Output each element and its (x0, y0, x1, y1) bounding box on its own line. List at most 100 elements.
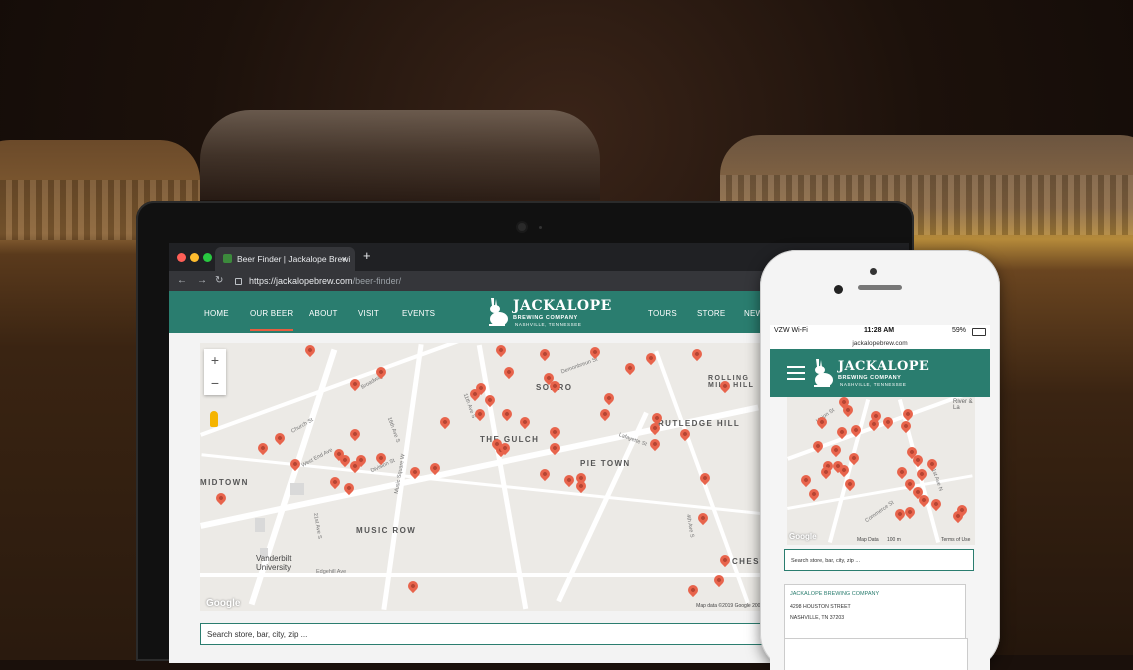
phone-status-bar: VZW Wi-Fi 11:28 AM 59% (770, 325, 990, 338)
map-label-rutledge-hill: RUTLEDGE HILL (658, 419, 741, 428)
street-edgehill: Edgehill Ave (316, 569, 347, 575)
nav-store[interactable]: STORE (697, 309, 725, 318)
laptop-camera (518, 223, 526, 231)
store-pin[interactable] (647, 436, 663, 452)
store-pin[interactable] (327, 474, 343, 490)
nav-visit[interactable]: VISIT (358, 309, 379, 318)
store-pin[interactable] (547, 424, 563, 440)
store-pin[interactable] (806, 486, 822, 502)
minimize-window-dot[interactable] (190, 253, 199, 262)
phone-site-header: JACKALOPE BREWING COMPANY NASHVILLE, TEN… (770, 349, 990, 397)
phone-logo-tagline: BREWING COMPANY (838, 375, 902, 381)
map-label-pie-town: PIE TOWN (580, 459, 631, 468)
maximize-window-dot[interactable] (203, 253, 212, 262)
map-attribution: Map data ©2019 Google 200 m (696, 603, 766, 609)
reload-icon[interactable]: ↻ (215, 275, 223, 286)
phone-jackalope-logo[interactable]: JACKALOPE BREWING COMPANY NASHVILLE, TEN… (810, 356, 930, 390)
phone-map[interactable]: River & La Union St Commerce St 1st Ave … (787, 397, 975, 545)
result-card-next[interactable] (784, 638, 968, 670)
result-card[interactable]: JACKALOPE BREWING COMPANY 4298 HOUSTON S… (784, 584, 966, 639)
store-pin[interactable] (517, 414, 533, 430)
clock: 11:28 AM (864, 327, 895, 334)
close-window-dot[interactable] (177, 253, 186, 262)
store-pin[interactable] (272, 430, 288, 446)
store-pin[interactable] (924, 456, 940, 472)
map-label-vanderbilt: Vanderbilt University (256, 554, 292, 572)
beer-finder-search-input[interactable]: Search store, bar, city, zip ... (200, 623, 770, 645)
store-pin[interactable] (405, 578, 421, 594)
new-tab-button[interactable]: + (363, 248, 371, 263)
store-pin[interactable] (537, 346, 553, 362)
store-pin[interactable] (493, 343, 509, 358)
result-address: 4298 HOUSTON STREET (790, 604, 851, 610)
store-pin[interactable] (597, 406, 613, 422)
store-pin[interactable] (798, 472, 814, 488)
store-pin[interactable] (537, 466, 553, 482)
phone-frame: VZW Wi-Fi 11:28 AM 59% jackalopebrew.com… (760, 250, 1000, 670)
result-city: NASHVILLE, TN 37203 (790, 615, 845, 621)
beer-finder-map[interactable]: + − SOBRO THE GULCH PIE TOWN RUTLEDGE HI… (200, 343, 770, 611)
hamburger-menu-icon[interactable] (787, 366, 805, 380)
zoom-control: + − (204, 349, 226, 395)
street-16th: 16th Ave S (385, 416, 401, 444)
phone-earpiece (858, 285, 902, 290)
logo-wordmark: JACKALOPE (513, 298, 612, 314)
nav-home[interactable]: HOME (204, 309, 229, 318)
phone-map-label-river: River & La (953, 399, 973, 411)
map-label-music-row: MUSIC ROW (356, 526, 417, 535)
nav-our-beer[interactable]: OUR BEER (250, 309, 294, 331)
store-pin[interactable] (501, 364, 517, 380)
logo-tagline: BREWING COMPANY (513, 315, 578, 321)
store-pin[interactable] (695, 510, 711, 526)
back-arrow-icon[interactable]: ← (177, 275, 187, 286)
street-view-pegman-icon[interactable] (210, 411, 218, 427)
result-name[interactable]: JACKALOPE BREWING COMPANY (790, 591, 960, 597)
jackalope-logo[interactable]: JACKALOPE BREWING COMPANY NASHVILLE, TEN… (485, 295, 611, 329)
phone-street-commerce: Commerce St (864, 499, 896, 525)
phone-address-bar[interactable]: jackalopebrew.com (770, 338, 990, 349)
store-pin[interactable] (894, 464, 910, 480)
street-demonbreun: Demonbreun St (560, 356, 599, 376)
zoom-in-button[interactable]: + (204, 349, 226, 372)
store-pin[interactable] (302, 343, 318, 358)
store-pin[interactable] (437, 414, 453, 430)
jackalope-rabbit-icon (489, 298, 508, 326)
favicon-icon (223, 254, 232, 263)
store-pin[interactable] (561, 472, 577, 488)
url-path: /beer-finder/ (352, 276, 402, 286)
store-pin[interactable] (472, 406, 488, 422)
store-pin[interactable] (689, 346, 705, 362)
nav-tours[interactable]: TOURS (648, 309, 677, 318)
zoom-out-button[interactable]: − (204, 372, 226, 395)
store-pin[interactable] (898, 418, 914, 434)
store-pin[interactable] (213, 490, 229, 506)
phone-map-scale: 100 m (887, 537, 901, 543)
map-label-gulch: THE GULCH (480, 435, 540, 444)
url-host: https://jackalopebrew.com (249, 276, 353, 286)
nav-about[interactable]: ABOUT (309, 309, 338, 318)
phone-screen: VZW Wi-Fi 11:28 AM 59% jackalopebrew.com… (770, 325, 990, 670)
store-pin[interactable] (499, 406, 515, 422)
store-pin[interactable] (587, 344, 603, 360)
store-pin[interactable] (601, 390, 617, 406)
phone-rabbit-icon (814, 359, 833, 387)
carrier-label: VZW Wi-Fi (774, 327, 808, 334)
phone-logo-wordmark: JACKALOPE (838, 359, 930, 374)
tab-close-icon[interactable]: × (342, 247, 347, 271)
street-4th: 4th Ave S (684, 513, 695, 539)
browser-tab[interactable]: Beer Finder | Jackalope Brewi × (215, 247, 355, 271)
phone-terms-link[interactable]: Terms of Use (941, 537, 970, 543)
map-label-rolling-mill-hill: ROLLING MILL HILL (708, 375, 755, 389)
phone-search-input[interactable]: Search store, bar, city, zip ... (784, 549, 974, 571)
phone-camera (834, 285, 843, 294)
google-logo: Google (206, 598, 241, 609)
store-pin[interactable] (255, 440, 271, 456)
store-pin[interactable] (347, 426, 363, 442)
nav-events[interactable]: EVENTS (402, 309, 435, 318)
store-pin[interactable] (622, 360, 638, 376)
forward-arrow-icon[interactable]: → (197, 275, 207, 286)
street-21st: 21st Ave S (311, 512, 323, 540)
store-pin[interactable] (685, 582, 701, 598)
store-pin[interactable] (880, 414, 896, 430)
map-label-midtown: MIDTOWN (200, 478, 249, 487)
